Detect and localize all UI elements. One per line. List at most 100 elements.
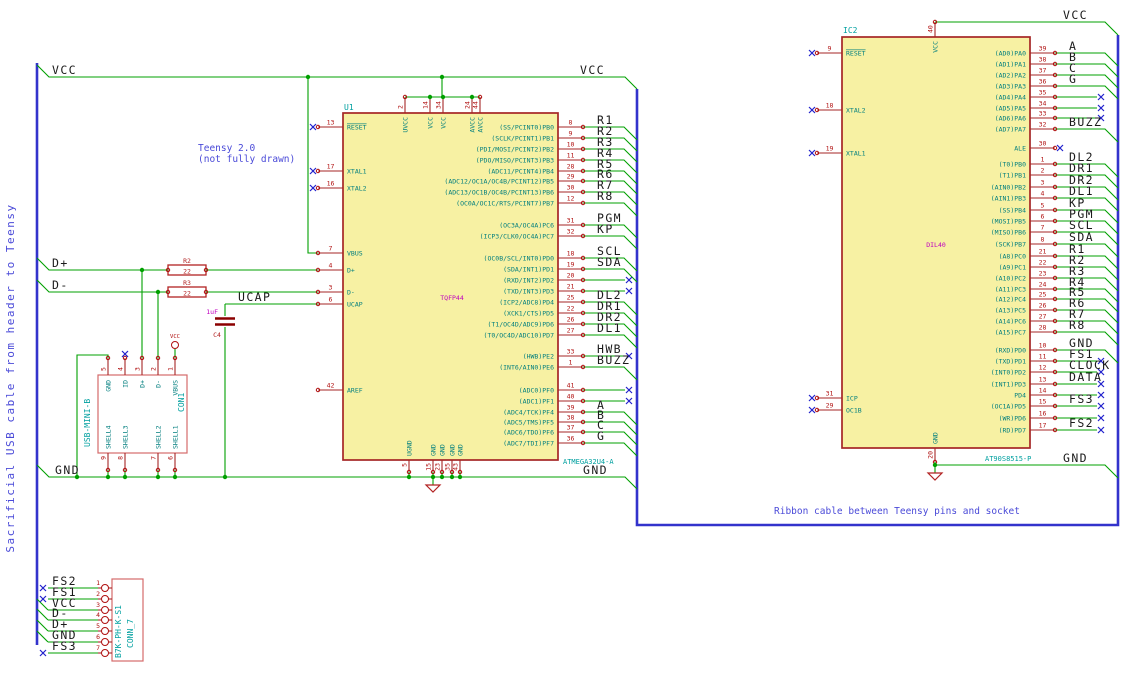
pin-name: GND: [457, 444, 465, 456]
pin-number: 20: [567, 272, 575, 280]
wire[interactable]: [1055, 288, 1119, 303]
con1-value[interactable]: USB-MINI-B: [83, 399, 92, 447]
net-label[interactable]: R8: [1069, 318, 1086, 332]
ic2-gnd-wire[interactable]: [935, 464, 1119, 479]
pin-name: UCAP: [347, 301, 363, 309]
junction-dot: [427, 94, 433, 100]
resistor-reference[interactable]: R3: [183, 279, 191, 287]
ribbon-note[interactable]: Ribbon cable between Teensy pins and soc…: [774, 506, 1020, 517]
pin-number: 12: [567, 195, 575, 203]
teensy-note[interactable]: Teensy 2.0: [198, 143, 255, 154]
pin-name: (OC3A/OC4A)PC6: [499, 222, 554, 230]
pin-name: ALE: [1014, 145, 1026, 153]
net-label[interactable]: UCAP: [238, 290, 271, 304]
pin-number: 4: [329, 262, 333, 270]
net-label[interactable]: VCC: [52, 63, 77, 77]
conn7-reference[interactable]: CONN_7: [126, 619, 135, 648]
wire[interactable]: [36, 619, 49, 632]
pin-number: 40: [927, 25, 935, 33]
schematic-svg: U1ATMEGA32U4-ATQFP4413RESET17XTAL116XTAL…: [4, 8, 1120, 662]
net-label[interactable]: D-: [52, 278, 69, 292]
pin-number: 30: [1039, 140, 1047, 148]
pin-name: VBUS: [172, 380, 180, 396]
net-label[interactable]: KP: [597, 222, 614, 236]
pin-end-circle: [101, 595, 109, 603]
net-label[interactable]: FS3: [1069, 392, 1094, 406]
net-label[interactable]: GND: [1063, 451, 1088, 465]
pin-number: 11: [567, 152, 575, 160]
net-label[interactable]: G: [1069, 72, 1077, 86]
vcc-rail[interactable]: [36, 64, 638, 90]
wire[interactable]: [583, 366, 638, 381]
junction-dot: [222, 474, 228, 480]
capacitor-reference[interactable]: C4: [213, 331, 221, 339]
pin-name: (ADC6/TDO)PF6: [503, 429, 554, 437]
net-label[interactable]: DL1: [597, 321, 622, 335]
wire[interactable]: [583, 442, 638, 457]
wire[interactable]: [36, 630, 49, 643]
pin-number: 8: [117, 456, 125, 460]
net-label[interactable]: DATA: [1069, 370, 1102, 384]
pin-number: 2: [1041, 167, 1045, 175]
u1-reference[interactable]: U1: [344, 103, 354, 112]
junction-dot: [139, 267, 145, 273]
wire[interactable]: [583, 411, 638, 426]
pin-name: D-: [155, 380, 163, 388]
no-connect-icon: [625, 386, 633, 394]
net-label[interactable]: G: [597, 429, 605, 443]
pin-number: 8: [569, 119, 573, 127]
net-label[interactable]: BUZZ: [597, 353, 630, 367]
net-label[interactable]: GND: [55, 463, 80, 477]
pin-number: 25: [1039, 291, 1047, 299]
pin-number: 25: [567, 294, 575, 302]
net-label[interactable]: D+: [52, 256, 69, 270]
schematic-canvas[interactable]: U1 ATMEGA32U4-A TQFP44 13 RESET 17 XTAL1 16 XTAL…: [0, 0, 1131, 690]
no-connect-icon: [808, 49, 816, 57]
pin-number: 41: [567, 382, 575, 390]
pin-number: 4: [117, 367, 125, 371]
pin-name: SHELL4: [105, 425, 113, 449]
usb-cable-note[interactable]: Sacrificial USB cable from header to Tee…: [4, 203, 17, 552]
pin-name: OC1B: [846, 407, 862, 415]
teensy-note[interactable]: (not fully drawn): [198, 154, 295, 165]
pin-name: GND: [105, 380, 113, 392]
wire[interactable]: [583, 421, 638, 436]
wire[interactable]: [36, 598, 49, 611]
capacitor-value[interactable]: 1uF: [206, 308, 218, 316]
pin-number: 6: [329, 296, 333, 304]
vbus-wire[interactable]: [307, 77, 318, 254]
net-label[interactable]: SDA: [597, 255, 622, 269]
net-label[interactable]: FS3: [52, 639, 77, 653]
resistor-reference[interactable]: R2: [183, 257, 191, 265]
pin-number: 31: [567, 217, 575, 225]
pin-number: 1: [1041, 156, 1045, 164]
net-label[interactable]: VCC: [1063, 8, 1088, 22]
net-label[interactable]: BUZZ: [1069, 115, 1102, 129]
pin-name: XTAL2: [846, 107, 866, 115]
ic2-value[interactable]: AT90S8515-P: [985, 455, 1031, 463]
pin-name: (OC0A/OC1C/RTS/PCINT7)PB7: [456, 200, 554, 208]
resistor-value[interactable]: 22: [183, 268, 191, 276]
pin-number: 32: [1039, 121, 1047, 129]
resistor-value[interactable]: 22: [183, 290, 191, 298]
pin-name: (ICP3/CLK0/OC4A)PC7: [480, 233, 554, 241]
net-label[interactable]: VCC: [580, 63, 605, 77]
pin-number: 15: [425, 463, 433, 471]
net-label[interactable]: GND: [583, 463, 608, 477]
wire[interactable]: [36, 608, 49, 621]
conn7-value[interactable]: B7K-PH-K-S1: [114, 605, 123, 658]
pin-name: VCC: [427, 117, 435, 129]
net-label[interactable]: FS2: [1069, 416, 1094, 430]
pin-name: (SCK)PB7: [995, 241, 1026, 249]
pin-name: (SS/PCINT0)PB0: [499, 124, 554, 132]
net-label[interactable]: R8: [597, 189, 614, 203]
pin-number: 21: [567, 283, 575, 291]
pin-number: 37: [1039, 67, 1047, 75]
ic2-vcc-wire[interactable]: [935, 21, 1119, 36]
wire[interactable]: [1055, 128, 1119, 143]
pin-number: 34: [1039, 100, 1047, 108]
ic2-reference[interactable]: IC2: [843, 26, 858, 35]
pin-number: 10: [1039, 342, 1047, 350]
pin-name: (AIN0)PB2: [991, 184, 1026, 192]
wire[interactable]: [1055, 243, 1119, 258]
